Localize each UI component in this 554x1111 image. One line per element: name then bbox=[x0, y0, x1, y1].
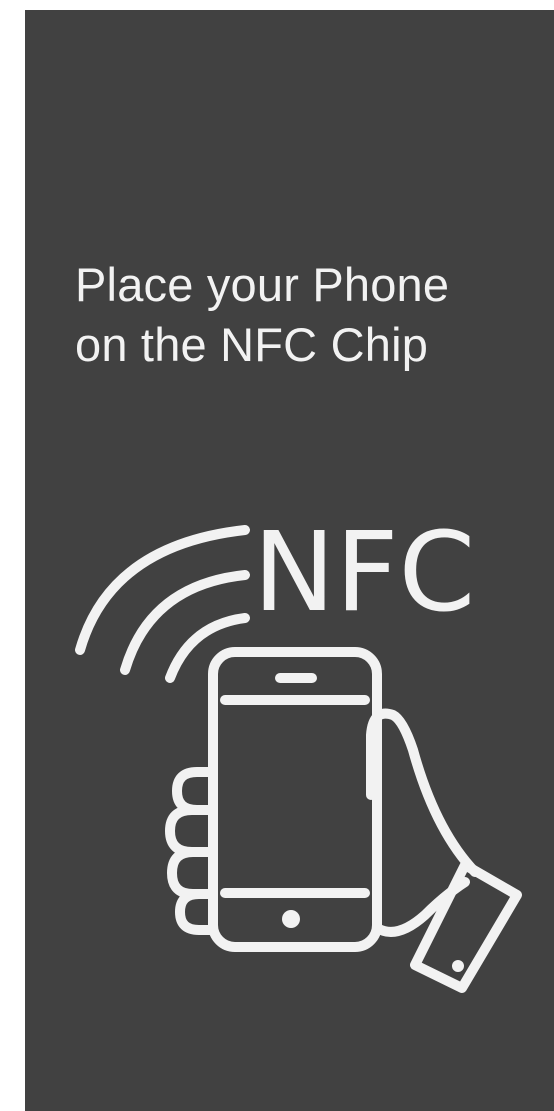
nfc-prompt-panel: Place your Phone on the NFC Chip NFC bbox=[25, 10, 554, 1111]
instruction-line-2: on the NFC Chip bbox=[75, 318, 429, 371]
nfc-label: NFC bbox=[253, 510, 475, 636]
instruction-text: Place your Phone on the NFC Chip bbox=[75, 255, 535, 375]
nfc-screen: Place your Phone on the NFC Chip NFC bbox=[0, 0, 554, 1111]
thumb-icon bbox=[366, 708, 480, 877]
phone-home-button-icon bbox=[282, 910, 300, 928]
finger-1-icon bbox=[172, 767, 218, 815]
instruction-line-1: Place your Phone bbox=[75, 258, 450, 311]
nfc-tap-icon: NFC bbox=[75, 510, 522, 993]
finger-3-icon bbox=[167, 847, 218, 899]
finger-2-icon bbox=[165, 805, 218, 857]
signal-wave-outer-icon bbox=[75, 525, 250, 655]
cuff-button-icon bbox=[452, 960, 464, 972]
